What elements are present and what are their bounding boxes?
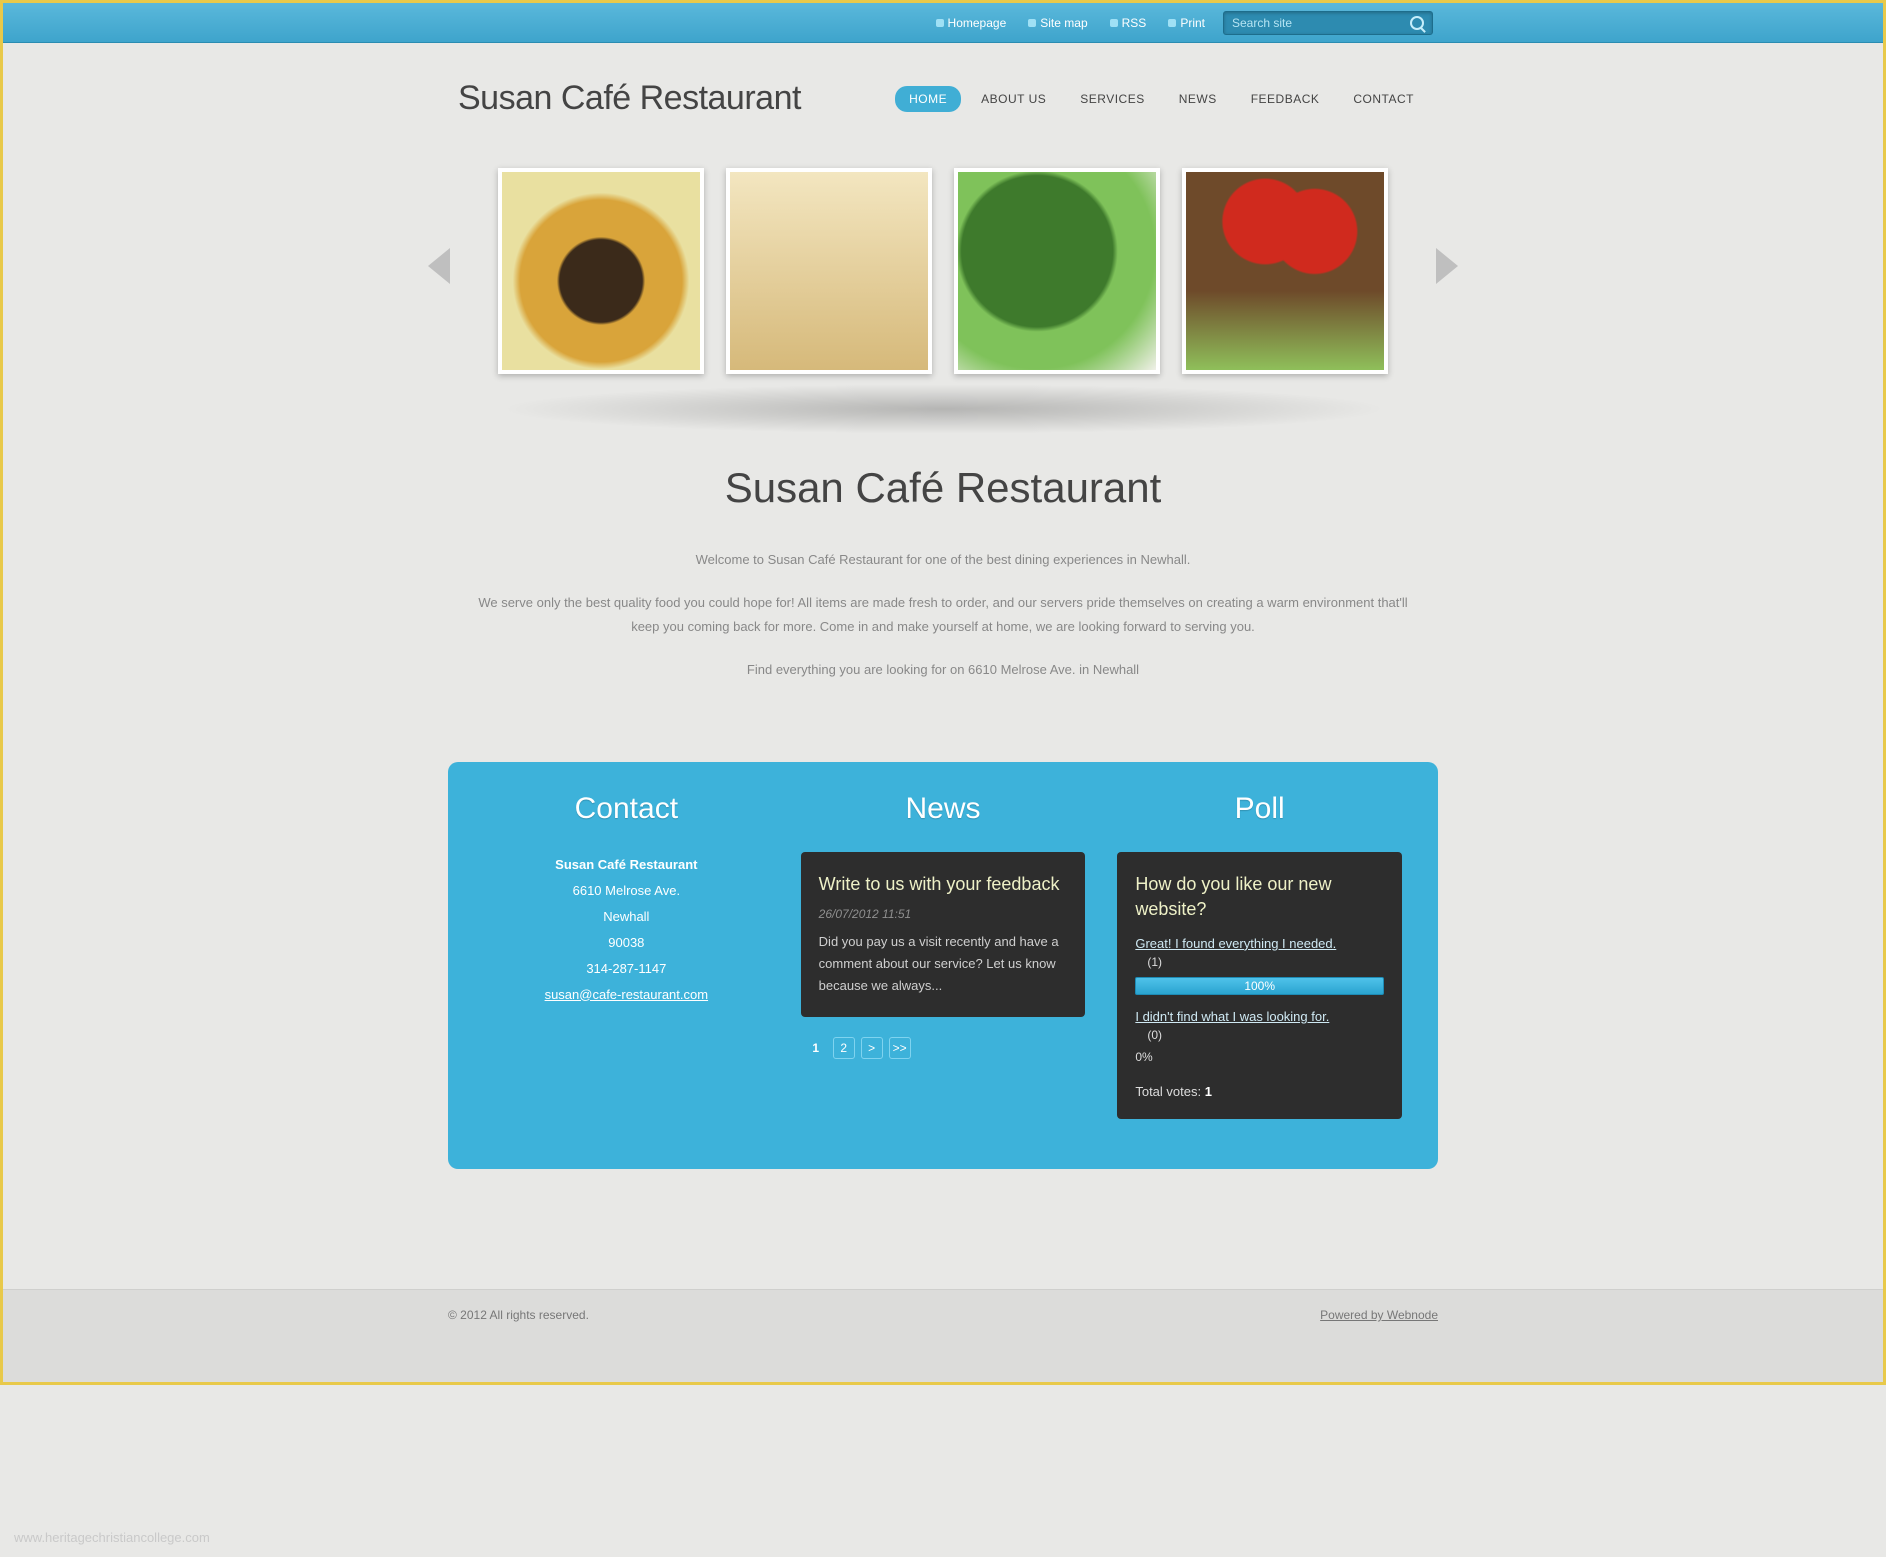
news-column: News Write to us with your feedback 26/0… [785,792,1102,1119]
topbar-link-rss[interactable]: RSS [1110,16,1147,30]
carousel-slide[interactable] [726,168,932,374]
poll-box: How do you like our new website? Great! … [1117,852,1402,1119]
pager-next[interactable]: > [861,1037,883,1059]
contact-body: Susan Café Restaurant 6610 Melrose Ave. … [484,852,769,1008]
nav-home[interactable]: HOME [895,86,961,112]
info-panel: Contact Susan Café Restaurant 6610 Melro… [448,762,1438,1169]
news-body: Did you pay us a visit recently and have… [819,931,1068,997]
bullet-icon [1028,19,1036,27]
carousel-slide[interactable] [954,168,1160,374]
nav-news[interactable]: NEWS [1165,86,1231,112]
intro-paragraph: Welcome to Susan Café Restaurant for one… [478,548,1408,571]
poll-count: (1) [1147,955,1384,969]
contact-address: 6610 Melrose Ave. [484,878,769,904]
topbar-links: Homepage Site map RSS Print [936,16,1205,30]
footer-powered-link[interactable]: Powered by Webnode [1320,1308,1438,1322]
page-heading: Susan Café Restaurant [478,464,1408,512]
pager-page[interactable]: 2 [833,1037,855,1059]
nav-services[interactable]: SERVICES [1066,86,1158,112]
poll-total-label: Total votes: [1135,1084,1204,1099]
carousel-slide[interactable] [1182,168,1388,374]
topbar-link-homepage[interactable]: Homepage [936,16,1007,30]
intro-section: Susan Café Restaurant Welcome to Susan C… [448,464,1438,762]
column-heading: Contact [484,792,769,826]
news-box: Write to us with your feedback 26/07/201… [801,852,1086,1017]
topbar-link-sitemap[interactable]: Site map [1028,16,1087,30]
carousel-prev-icon[interactable] [428,248,450,284]
carousel [448,148,1438,384]
contact-email-link[interactable]: susan@cafe-restaurant.com [545,987,709,1002]
poll-count: (0) [1147,1028,1384,1042]
topbar: Homepage Site map RSS Print [3,3,1883,43]
column-heading: Poll [1117,792,1402,826]
topbar-link-label: Site map [1040,16,1087,30]
intro-paragraph: We serve only the best quality food you … [478,591,1408,638]
pager-page-current: 1 [805,1037,827,1059]
header: Susan Café Restaurant HOME ABOUT US SERV… [448,43,1438,148]
carousel-next-icon[interactable] [1436,248,1458,284]
search-box[interactable] [1223,11,1433,35]
contact-name: Susan Café Restaurant [484,852,769,878]
pager-last[interactable]: >> [889,1037,911,1059]
contact-column: Contact Susan Café Restaurant 6610 Melro… [468,792,785,1119]
poll-total: Total votes: 1 [1135,1084,1384,1099]
column-heading: News [801,792,1086,826]
news-title[interactable]: Write to us with your feedback [819,872,1068,897]
poll-total-value: 1 [1205,1084,1212,1099]
carousel-shadow [498,384,1389,434]
footer-copyright: © 2012 All rights reserved. [448,1308,589,1322]
nav-contact[interactable]: CONTACT [1339,86,1428,112]
search-icon[interactable] [1410,16,1424,30]
poll-bar: 100% [1135,977,1384,995]
poll-option[interactable]: Great! I found everything I needed. [1135,936,1336,951]
topbar-link-label: RSS [1122,16,1147,30]
intro-paragraph: Find everything you are looking for on 6… [478,658,1408,681]
contact-phone: 314-287-1147 [484,956,769,982]
topbar-link-label: Print [1180,16,1205,30]
search-input[interactable] [1232,16,1410,30]
site-title: Susan Café Restaurant [458,79,801,118]
poll-question: How do you like our new website? [1135,872,1384,922]
poll-column: Poll How do you like our new website? Gr… [1101,792,1418,1119]
poll-percent: 0% [1135,1050,1384,1064]
contact-zip: 90038 [484,930,769,956]
nav-feedback[interactable]: FEEDBACK [1237,86,1334,112]
watermark: www.heritagechristiancollege.com [14,1530,210,1545]
poll-option[interactable]: I didn't find what I was looking for. [1135,1009,1329,1024]
topbar-link-print[interactable]: Print [1168,16,1205,30]
carousel-slide[interactable] [498,168,704,374]
bullet-icon [936,19,944,27]
news-date: 26/07/2012 11:51 [819,907,1068,921]
topbar-link-label: Homepage [948,16,1007,30]
pager: 1 2 > >> [801,1037,1086,1059]
footer: © 2012 All rights reserved. Powered by W… [3,1289,1883,1382]
bullet-icon [1168,19,1176,27]
nav-about[interactable]: ABOUT US [967,86,1060,112]
contact-city: Newhall [484,904,769,930]
main-nav: HOME ABOUT US SERVICES NEWS FEEDBACK CON… [895,86,1428,112]
bullet-icon [1110,19,1118,27]
